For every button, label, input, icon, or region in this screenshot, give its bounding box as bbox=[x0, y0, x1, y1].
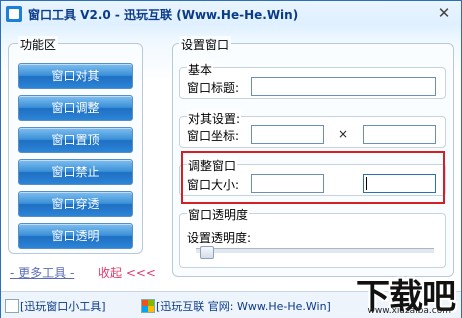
more-tools-link[interactable]: - 更多工具 - bbox=[10, 264, 74, 281]
align-section-title: 对其设置: bbox=[187, 110, 242, 127]
status-tool-name[interactable]: [迅玩窗口小工具] bbox=[20, 298, 106, 314]
close-button[interactable]: ✕ bbox=[433, 4, 455, 22]
status-website[interactable]: [迅玩互联 官网: Www.He-He.Win] bbox=[156, 298, 331, 314]
basic-section-title: 基本 bbox=[187, 61, 214, 78]
function-group-title: 功能区 bbox=[18, 36, 59, 53]
coord-times-sign: × bbox=[338, 127, 349, 141]
coord-y-input[interactable] bbox=[363, 125, 436, 144]
window-title-label: 窗口标题: bbox=[187, 81, 240, 95]
window-title: 窗口工具 V2.0 - 迅玩互联 (Www.He-He.Win) bbox=[28, 8, 299, 22]
opacity-label: 设置透明度: bbox=[187, 231, 252, 245]
align-window-button[interactable]: 窗口对其 bbox=[18, 63, 133, 89]
collapse-link[interactable]: 收起 <<< bbox=[98, 264, 156, 281]
watermark-url: www.xiazaiba.com bbox=[367, 306, 451, 316]
window-title-input[interactable] bbox=[251, 77, 436, 96]
click-through-button[interactable]: 窗口穿透 bbox=[18, 191, 133, 217]
opacity-slider-thumb[interactable] bbox=[200, 246, 214, 259]
app-window: 窗口工具 V2.0 - 迅玩互联 (Www.He-He.Win) ✕ 功能区 窗… bbox=[0, 0, 462, 318]
opacity-section-title: 窗口透明度 bbox=[187, 206, 250, 223]
coord-x-input[interactable] bbox=[251, 125, 324, 144]
transparent-window-button[interactable]: 窗口透明 bbox=[18, 223, 133, 249]
app-icon bbox=[6, 6, 22, 22]
settings-group-title: 设置窗口 bbox=[179, 36, 232, 53]
window-coord-label: 窗口坐标: bbox=[187, 129, 240, 143]
windows-logo-icon bbox=[141, 299, 155, 313]
adjust-window-button[interactable]: 窗口调整 bbox=[18, 95, 133, 121]
title-bar[interactable]: 窗口工具 V2.0 - 迅玩互联 (Www.He-He.Win) ✕ bbox=[1, 1, 461, 27]
app-status-icon bbox=[5, 299, 19, 313]
disable-window-button[interactable]: 窗口禁止 bbox=[18, 159, 133, 185]
highlight-box bbox=[181, 151, 445, 204]
pin-top-button[interactable]: 窗口置顶 bbox=[18, 127, 133, 153]
opacity-slider-track[interactable] bbox=[196, 248, 434, 254]
